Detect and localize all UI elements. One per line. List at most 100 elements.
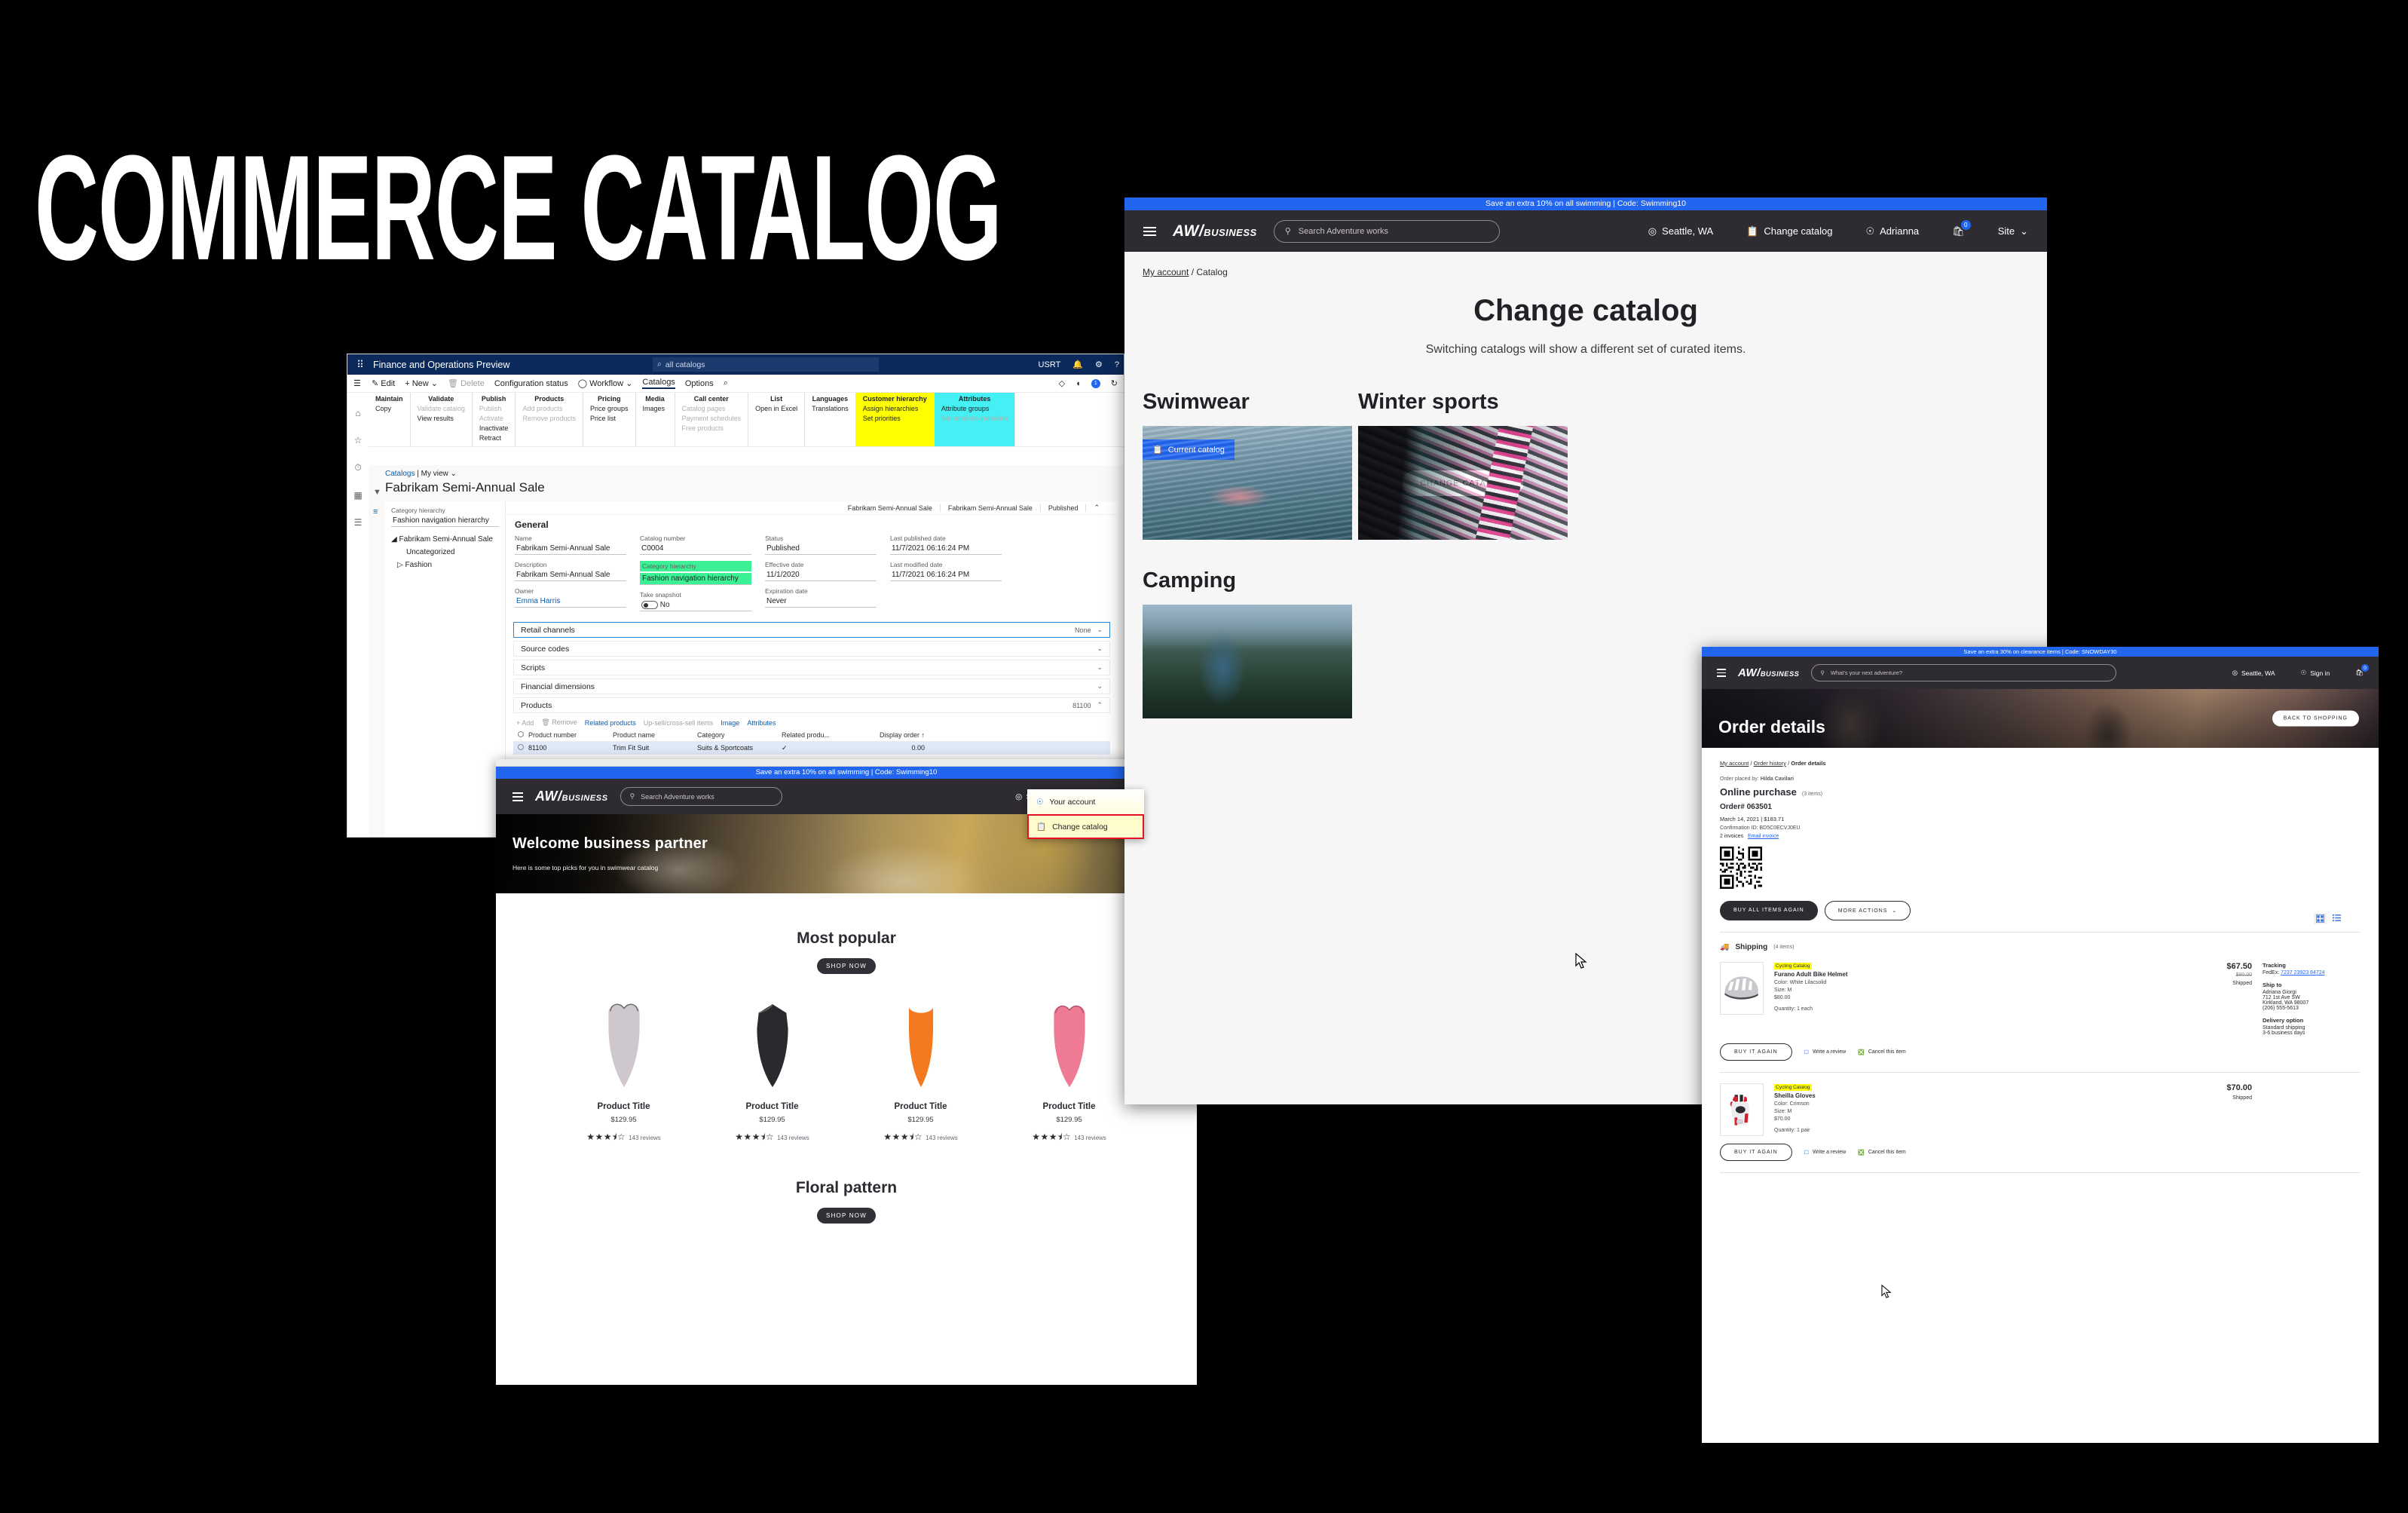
ribbon-item[interactable]: Price groups xyxy=(590,405,629,412)
catalog-thumbnail[interactable] xyxy=(1143,605,1352,718)
command-catalogs[interactable]: Catalogs xyxy=(642,378,675,389)
tracking-link[interactable]: 7237 23923 84724 xyxy=(2281,970,2324,975)
cancel-this-item-link[interactable]: ❎ Cancel this item xyxy=(1858,1049,1906,1055)
user-initials[interactable]: USRT xyxy=(1039,360,1061,369)
product-card[interactable]: Product Title $129.95 ★★★⯨☆ 143 reviews xyxy=(558,994,690,1146)
shop-now-button[interactable]: SHOP NOW xyxy=(817,958,876,974)
filter-icon[interactable]: ▼ xyxy=(373,488,381,497)
ribbon-item[interactable]: Set attribute metadata xyxy=(941,415,1008,422)
fasttab-scripts[interactable]: Scripts ⌄ xyxy=(513,660,1110,676)
effective-date-field[interactable]: 11/1/2020 xyxy=(765,570,877,581)
aw-logo[interactable]: AW/BUSINESS xyxy=(535,789,608,804)
item-name[interactable]: Sheilla Gloves xyxy=(1774,1092,2184,1099)
col-related-products[interactable]: Related produ... xyxy=(782,731,857,739)
command-search-icon[interactable]: ⌕ xyxy=(724,378,728,388)
ribbon-item[interactable]: Publish xyxy=(479,405,509,412)
email-invoice-link[interactable]: Email invoice xyxy=(1748,834,1779,839)
account-dropdown-menu[interactable]: ☉ Your account 📋 Change catalog xyxy=(1027,789,1144,839)
home-icon[interactable]: ⌂ xyxy=(355,408,360,418)
product-image[interactable] xyxy=(558,994,690,1095)
product-card[interactable]: Product Title $129.95 ★★★⯨☆ 143 reviews xyxy=(1003,994,1135,1146)
tree-value[interactable]: Fashion navigation hierarchy xyxy=(391,516,499,527)
ribbon-item[interactable]: Open in Excel xyxy=(755,405,797,412)
workspaces-icon[interactable]: ▦ xyxy=(353,490,362,501)
buy-it-again-button[interactable]: BUY IT AGAIN xyxy=(1720,1144,1792,1161)
command-new[interactable]: + New ⌄ xyxy=(405,378,438,388)
ribbon-item[interactable]: Images xyxy=(643,405,668,412)
promo-banner[interactable]: Save an extra 10% on all swimming | Code… xyxy=(496,767,1197,779)
list-view-icon[interactable] xyxy=(2333,914,2341,923)
nav-hamburger-icon[interactable]: ☰ xyxy=(353,378,361,388)
col-category[interactable]: Category xyxy=(697,731,782,739)
chevron-up-icon[interactable]: ⌃ xyxy=(1094,504,1107,512)
ribbon-item[interactable]: Retract xyxy=(479,434,509,442)
diamond-icon[interactable]: ◇ xyxy=(1059,378,1065,388)
ribbon-item[interactable]: Translations xyxy=(812,405,849,412)
buy-it-again-button[interactable]: BUY IT AGAIN xyxy=(1720,1043,1792,1061)
last-modified-field[interactable]: 11/7/2021 06:16:24 PM xyxy=(890,570,1002,581)
products-image[interactable]: Image xyxy=(721,719,739,727)
shop-now-button-2[interactable]: SHOP NOW xyxy=(817,1208,876,1224)
product-image[interactable] xyxy=(855,994,987,1095)
breadcrumb-view[interactable]: My view xyxy=(421,470,448,478)
category-tree[interactable]: ◢ Fabrikam Semi-Annual Sale Uncategorize… xyxy=(391,533,499,571)
signin-button[interactable]: ☉ Sign in xyxy=(2301,669,2330,677)
products-toolbar[interactable]: + Add 🗑 Remove Related products Up-sell/… xyxy=(513,716,1110,729)
chevron-icon[interactable]: ⌄ xyxy=(1097,645,1103,653)
products-related[interactable]: Related products xyxy=(585,719,636,727)
expiration-date-field[interactable]: Never xyxy=(765,596,877,608)
write-a-review-link[interactable]: ☐ Write a review xyxy=(1804,1049,1847,1055)
ribbon-item[interactable]: Payment schedules xyxy=(682,415,742,422)
view-toggle[interactable] xyxy=(2314,913,2341,924)
products-attributes[interactable]: Attributes xyxy=(747,719,776,727)
breadcrumb-order-history[interactable]: Order history xyxy=(1754,760,1786,767)
ribbon-item[interactable]: Inactivate xyxy=(479,424,509,432)
cart-button[interactable]: 🛍 0 xyxy=(1952,219,1971,237)
products-upsell[interactable]: Up-sell/cross-sell items xyxy=(644,719,714,727)
waffle-icon[interactable]: ⠿ xyxy=(347,359,373,371)
chevron-icon[interactable]: ⌃ xyxy=(1097,701,1103,709)
fasttab-source-codes[interactable]: Source codes ⌄ xyxy=(513,641,1110,657)
ribbon-item[interactable]: Attribute groups xyxy=(941,405,1008,412)
command-edit[interactable]: ✎ Edit xyxy=(372,378,395,388)
status-field[interactable]: Published xyxy=(765,544,877,555)
grid-view-icon[interactable] xyxy=(2314,913,2327,924)
menu-icon[interactable] xyxy=(513,792,523,801)
d365-command-bar[interactable]: ☰ ✎ Edit + New ⌄ 🗑 Delete Configuration … xyxy=(347,375,1124,393)
refresh-icon[interactable]: ↻ xyxy=(1111,378,1118,388)
name-field[interactable]: Fabrikam Semi-Annual Sale xyxy=(515,544,626,555)
product-image[interactable] xyxy=(1003,994,1135,1095)
ribbon-item[interactable]: Set priorities xyxy=(863,415,927,422)
list-view-icon[interactable]: ≡ xyxy=(373,507,378,516)
aw-storefront-window[interactable]: Save an extra 10% on all swimming | Code… xyxy=(496,759,1197,1385)
catalog-card[interactable]: Winter sports CHANGE CATALOG xyxy=(1358,390,1568,540)
buy-all-items-again-button[interactable]: BUY ALL ITEMS AGAIN xyxy=(1720,901,1818,920)
bell-icon[interactable]: 🔔 xyxy=(1072,360,1083,369)
ribbon-item[interactable]: Assign hierarchies xyxy=(863,405,927,412)
search-input[interactable]: ⚲ Search Adventure works xyxy=(620,787,782,806)
chevron-icon[interactable]: ⌄ xyxy=(1097,626,1103,634)
change-catalog-button[interactable]: CHANGE CATALOG xyxy=(1402,470,1524,496)
col-product-name[interactable]: Product name xyxy=(613,731,697,739)
location-selector[interactable]: ◎ Seattle, WA xyxy=(2232,669,2275,677)
command-delete[interactable]: 🗑 Delete xyxy=(448,378,485,388)
search-input[interactable]: ⚲ Search Adventure works xyxy=(1273,219,1500,243)
catalog-thumbnail[interactable]: CHANGE CATALOG xyxy=(1358,426,1568,540)
ribbon-item[interactable]: Copy xyxy=(375,405,403,412)
toggle-switch[interactable] xyxy=(641,601,658,609)
product-card[interactable]: Product Title $129.95 ★★★⯨☆ 143 reviews xyxy=(855,994,987,1146)
back-to-shopping-button[interactable]: BACK TO SHOPPING xyxy=(2272,710,2359,727)
tree-node-2[interactable]: ▷ Fashion xyxy=(391,559,499,571)
fasttab-retail-channels[interactable]: Retail channels None ⌄ xyxy=(513,622,1110,639)
fasttab-financial-dimensions[interactable]: Financial dimensions ⌄ xyxy=(513,678,1110,695)
account-menu[interactable]: ☉ Adrianna xyxy=(1865,225,1919,237)
tree-node-1[interactable]: Uncategorized xyxy=(391,546,499,559)
ribbon-item[interactable]: Add products xyxy=(522,405,576,412)
cancel-this-item-link[interactable]: ❎ Cancel this item xyxy=(1858,1150,1906,1156)
description-field[interactable]: Fabrikam Semi-Annual Sale xyxy=(515,570,626,581)
ribbon-item[interactable]: Price list xyxy=(590,415,629,422)
catalog-number-field[interactable]: C0004 xyxy=(640,544,751,555)
ribbon-item[interactable]: Remove products xyxy=(522,415,576,422)
ribbon-item[interactable]: Catalog pages xyxy=(682,405,742,412)
product-image[interactable] xyxy=(706,994,838,1095)
